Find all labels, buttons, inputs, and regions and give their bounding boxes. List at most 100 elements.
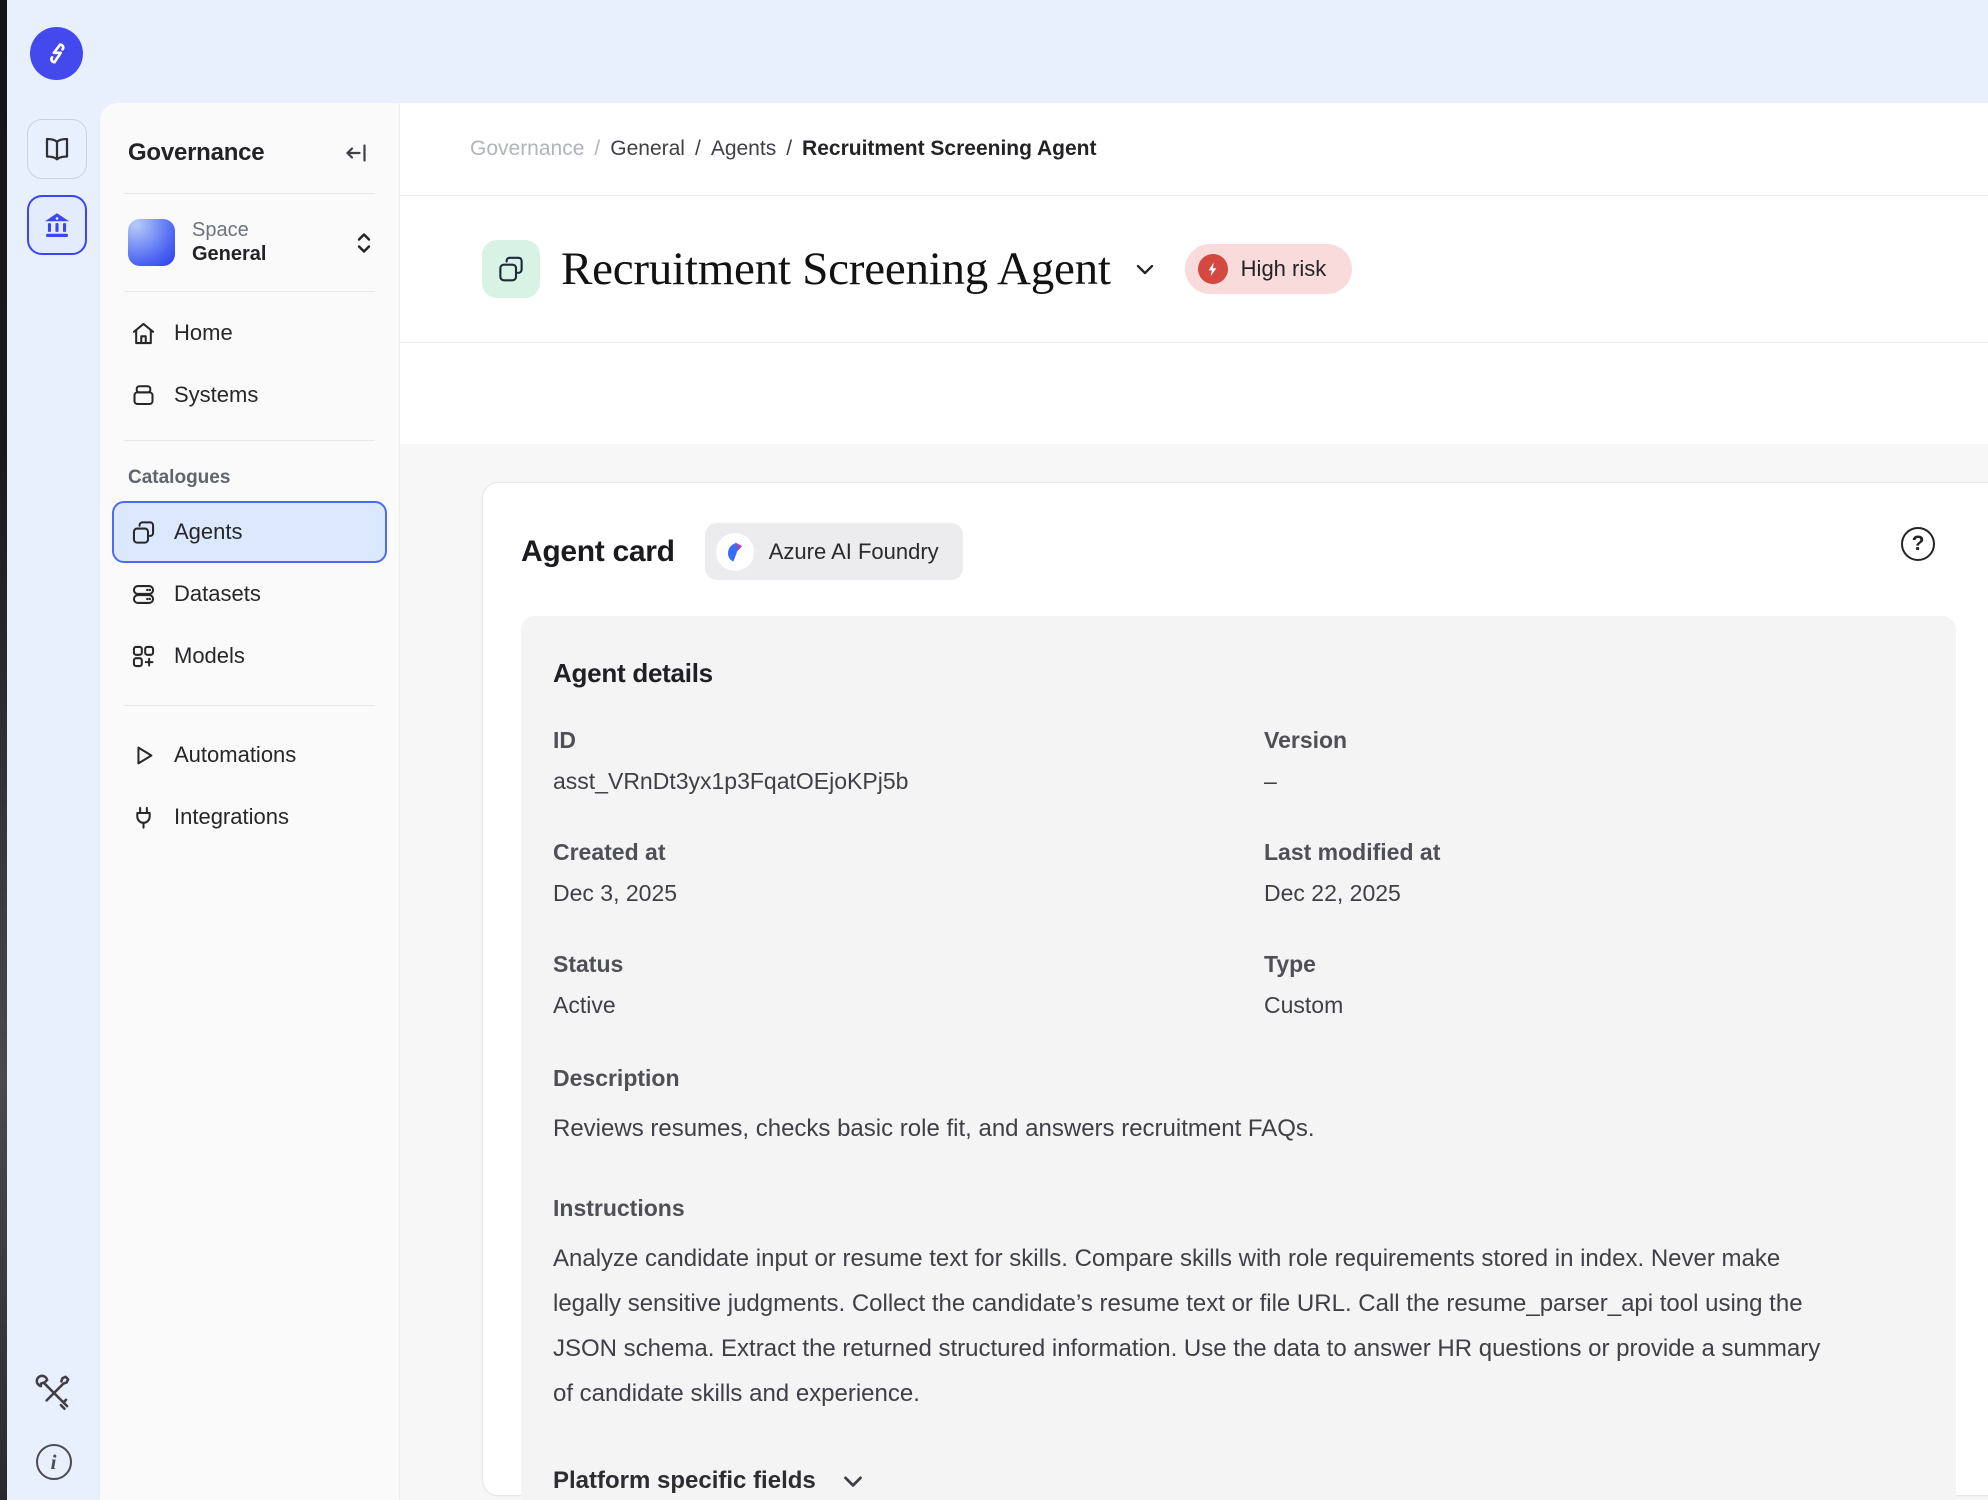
- info-icon: i: [36, 1444, 72, 1480]
- chevron-down-icon: [838, 1466, 868, 1496]
- breadcrumb-current-page: Recruitment Screening Agent: [802, 137, 1096, 161]
- breadcrumb-governance[interactable]: Governance: [470, 137, 584, 161]
- breadcrumb-separator: /: [695, 137, 701, 161]
- agent-details-panel: Agent details ID asst_VRnDt3yx1p3FqatOEj…: [521, 616, 1956, 1500]
- field-label: Created at: [553, 839, 1264, 866]
- space-name: General: [192, 242, 355, 267]
- instructions-label: Instructions: [553, 1195, 1924, 1222]
- space-selector[interactable]: Space General: [100, 194, 399, 291]
- divider: [124, 440, 375, 441]
- sidebar-item-models[interactable]: Models: [112, 625, 387, 687]
- risk-bolt-icon: [1198, 254, 1228, 284]
- sidebar-item-agents[interactable]: Agents: [112, 501, 387, 563]
- docs-button[interactable]: [27, 119, 87, 179]
- bank-icon: [41, 209, 73, 241]
- agent-details-grid: ID asst_VRnDt3yx1p3FqatOEjoKPj5b Version…: [553, 727, 1924, 1019]
- sidebar-title: Governance: [128, 139, 264, 167]
- field-id: ID asst_VRnDt3yx1p3FqatOEjoKPj5b: [553, 727, 1264, 795]
- agent-card-header: Agent card: [483, 483, 1988, 580]
- agent-details-heading: Agent details: [553, 658, 1924, 689]
- archive-box-icon: [130, 382, 157, 409]
- plug-icon: [130, 804, 157, 831]
- help-icon[interactable]: ?: [1901, 527, 1935, 561]
- field-value: Dec 22, 2025: [1264, 880, 1924, 907]
- breadcrumb-separator: /: [786, 137, 792, 161]
- sidebar-item-home[interactable]: Home: [112, 302, 387, 364]
- app-window: i Governance Space General: [0, 0, 1988, 1500]
- divider: [124, 705, 375, 706]
- space-label: Space: [192, 218, 355, 242]
- breadcrumb: Governance / General / Agents / Recruitm…: [400, 103, 1988, 196]
- platform-badge-label: Azure AI Foundry: [769, 539, 939, 565]
- sidebar-nav: Home Systems Catalogues: [100, 292, 399, 848]
- sidebar-item-label: Integrations: [174, 804, 289, 830]
- azure-ai-foundry-icon: [716, 533, 754, 571]
- info-button[interactable]: i: [7, 1444, 100, 1480]
- field-label: Type: [1264, 951, 1924, 978]
- sidebar-item-datasets[interactable]: Datasets: [112, 563, 387, 625]
- sidebar-item-label: Systems: [174, 382, 258, 408]
- instructions-text: Analyze candidate input or resume text f…: [553, 1236, 1843, 1416]
- agent-card-heading: Agent card: [521, 535, 675, 569]
- field-value: –: [1264, 768, 1924, 795]
- risk-badge[interactable]: High risk: [1185, 244, 1353, 294]
- sidebar-header: Governance: [100, 103, 399, 193]
- field-value: Dec 3, 2025: [553, 880, 1264, 907]
- desktop-edge: [0, 0, 7, 1500]
- sidebar-item-systems[interactable]: Systems: [112, 364, 387, 426]
- field-type: Type Custom: [1264, 951, 1924, 1019]
- governance-sidebar: Governance Space General: [100, 103, 400, 1500]
- tools-icon: [33, 1372, 75, 1414]
- breadcrumb-separator: /: [594, 137, 600, 161]
- field-last-modified-at: Last modified at Dec 22, 2025: [1264, 839, 1924, 907]
- field-label: Status: [553, 951, 1264, 978]
- agents-copy-icon: [130, 519, 157, 546]
- field-label: Version: [1264, 727, 1924, 754]
- platform-specific-fields-label: Platform specific fields: [553, 1467, 816, 1495]
- risk-badge-label: High risk: [1241, 256, 1327, 282]
- space-avatar: [128, 219, 175, 266]
- sidebar-item-label: Automations: [174, 742, 296, 768]
- page-body: Agent card: [400, 444, 1988, 1500]
- open-book-icon: [42, 134, 72, 164]
- field-label: Last modified at: [1264, 839, 1924, 866]
- governance-rail-button[interactable]: [27, 195, 87, 255]
- sidebar-item-automations[interactable]: Automations: [112, 724, 387, 786]
- agent-type-icon: [482, 240, 540, 298]
- models-grid-plus-icon: [130, 643, 157, 670]
- field-value: Custom: [1264, 992, 1924, 1019]
- field-status: Status Active: [553, 951, 1264, 1019]
- sidebar-item-integrations[interactable]: Integrations: [112, 786, 387, 848]
- space-text: Space General: [192, 218, 355, 267]
- platform-specific-fields-toggle[interactable]: Platform specific fields: [553, 1466, 1924, 1496]
- field-value: asst_VRnDt3yx1p3FqatOEjoKPj5b: [553, 768, 1264, 795]
- sidebar-item-label: Models: [174, 643, 245, 669]
- logo-bolt-icon: [42, 39, 72, 69]
- field-created-at: Created at Dec 3, 2025: [553, 839, 1264, 907]
- chevron-up-down-icon: [355, 230, 373, 256]
- platform-badge: Azure AI Foundry: [705, 523, 963, 580]
- description-label: Description: [553, 1065, 1924, 1092]
- sidebar-item-label: Agents: [174, 519, 243, 545]
- datasets-icon: [130, 581, 157, 608]
- sidebar-item-label: Home: [174, 320, 233, 346]
- description-text: Reviews resumes, checks basic role fit, …: [553, 1106, 1843, 1151]
- field-label: ID: [553, 727, 1264, 754]
- agent-card: Agent card: [482, 482, 1988, 1496]
- field-version: Version –: [1264, 727, 1924, 795]
- sidebar-item-label: Datasets: [174, 581, 261, 607]
- title-chevron-down-icon[interactable]: [1131, 255, 1159, 283]
- field-value: Active: [553, 992, 1264, 1019]
- collapse-sidebar-icon[interactable]: [343, 140, 369, 166]
- play-icon: [130, 742, 157, 769]
- breadcrumb-general[interactable]: General: [610, 137, 685, 161]
- settings-tools-button[interactable]: [7, 1372, 100, 1414]
- page-title: Recruitment Screening Agent: [561, 242, 1111, 296]
- catalogues-section-label: Catalogues: [128, 467, 371, 489]
- page-header: Recruitment Screening Agent High risk: [400, 196, 1988, 343]
- app-logo[interactable]: [30, 27, 83, 80]
- main-content: Governance / General / Agents / Recruitm…: [400, 103, 1988, 1500]
- breadcrumb-agents[interactable]: Agents: [711, 137, 776, 161]
- left-rail: i: [7, 0, 100, 1500]
- home-icon: [130, 320, 157, 347]
